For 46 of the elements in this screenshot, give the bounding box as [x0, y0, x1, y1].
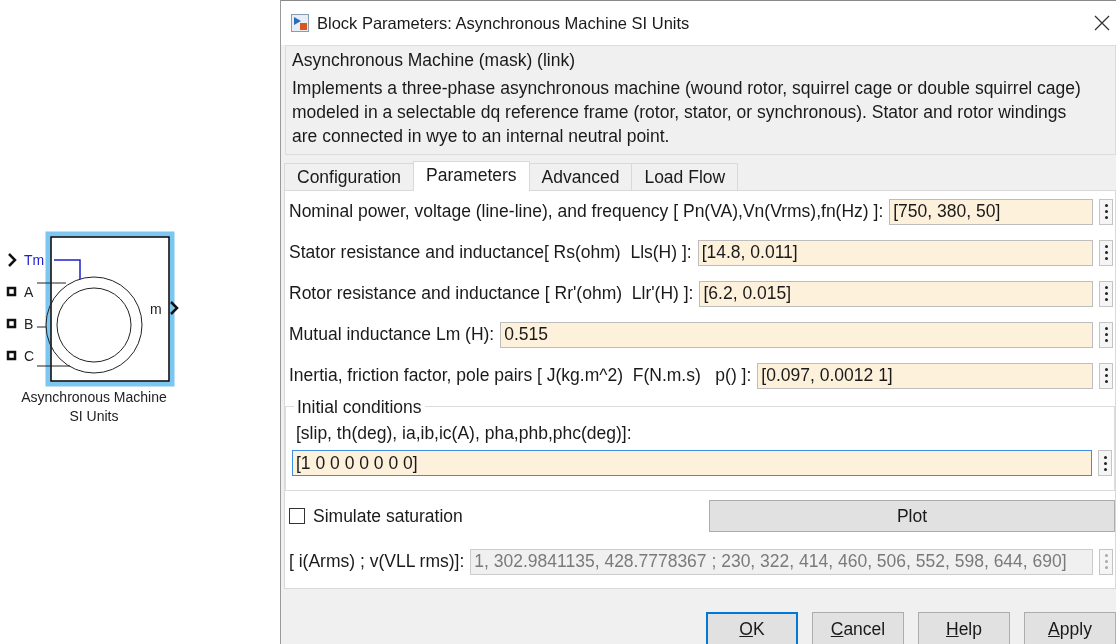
parameter-label: [slip, th(deg), ia,ib,ic(A), pha,phb,phc(deg)]: [296, 423, 633, 444]
tab[interactable]: Parameters [413, 161, 530, 191]
port-label: A [24, 284, 34, 300]
parameter-label: Rotor resistance and inductance [ Rr'(ohm) Llr'(H) ]: [289, 283, 694, 304]
dialog-button[interactable]: Apply [1024, 612, 1116, 644]
close-icon[interactable] [1094, 15, 1110, 31]
more-options-button[interactable] [1099, 321, 1113, 348]
parameter-label: Mutual inductance Lm (H): [289, 324, 495, 345]
parameter-label: Nominal power, voltage (line-line), and frequency [ Pn(VA),Vn(Vrms),fn(Hz) ]: [289, 201, 884, 222]
port-label: m [150, 301, 162, 317]
connection-port-icon [6, 350, 17, 361]
parameter-label: Stator resistance and inductance[ Rs(ohm) Lls(H) ]: [289, 242, 692, 263]
more-options-button[interactable] [1099, 239, 1113, 266]
port-label: B [24, 316, 34, 332]
tab[interactable]: Load Flow [631, 163, 739, 190]
parameter-field[interactable]: [0.097, 0.0012 1] [757, 362, 1093, 389]
parameter-field[interactable]: [14.8, 0.011] [697, 239, 1093, 266]
description-text: Implements a three-phase asynchronous machine (wound rotor, squirrel cage or double squirrel cage) modeled in a selectable dq reference frame (rotor, stator, or synchronous). Stator and rotor windings are connected in wye to an internal neutral point. [292, 77, 1082, 148]
more-options-button[interactable] [1099, 280, 1113, 307]
parameter-label: [ i(Arms) ; v(VLL rms)]: [289, 551, 465, 572]
window-title: Block Parameters: Asynchronous Machine SI Units [317, 13, 691, 33]
port-label: Tm [24, 252, 45, 268]
more-options-button[interactable] [1099, 198, 1113, 225]
block-name: SI Units [69, 408, 119, 424]
parameter-field[interactable]: [1 0 0 0 0 0 0 0] [292, 450, 1092, 476]
checkbox[interactable] [289, 508, 305, 524]
parameter-label: Inertia, friction factor, pole pairs [ J(kg.m^2) F(N.m.s) p() ]: [289, 365, 752, 386]
dialog-button[interactable]: Help [918, 612, 1010, 644]
parameter-field[interactable]: [6.2, 0.015] [699, 280, 1093, 307]
connection-port-icon [6, 318, 17, 329]
output-port-icon [170, 301, 179, 315]
checkbox-label: Simulate saturation [313, 505, 463, 527]
block-name: Asynchronous Machine [21, 389, 167, 405]
port-label: C [24, 348, 35, 364]
mask-title: Asynchronous Machine (mask) (link) [292, 49, 576, 72]
parameter-field[interactable]: 0.515 [500, 321, 1093, 348]
more-options-button[interactable] [1099, 362, 1113, 389]
tab[interactable]: Configuration [284, 163, 415, 190]
dialog-button[interactable]: Cancel [812, 612, 904, 644]
parameter-field[interactable]: [750, 380, 50] [889, 198, 1093, 225]
connection-port-icon [6, 286, 17, 297]
more-options-button[interactable] [1098, 450, 1112, 476]
input-port-icon [8, 253, 17, 267]
app-icon [291, 14, 309, 32]
dialog-button[interactable]: OK [706, 612, 798, 644]
plot-button[interactable]: Plot [709, 500, 1115, 532]
